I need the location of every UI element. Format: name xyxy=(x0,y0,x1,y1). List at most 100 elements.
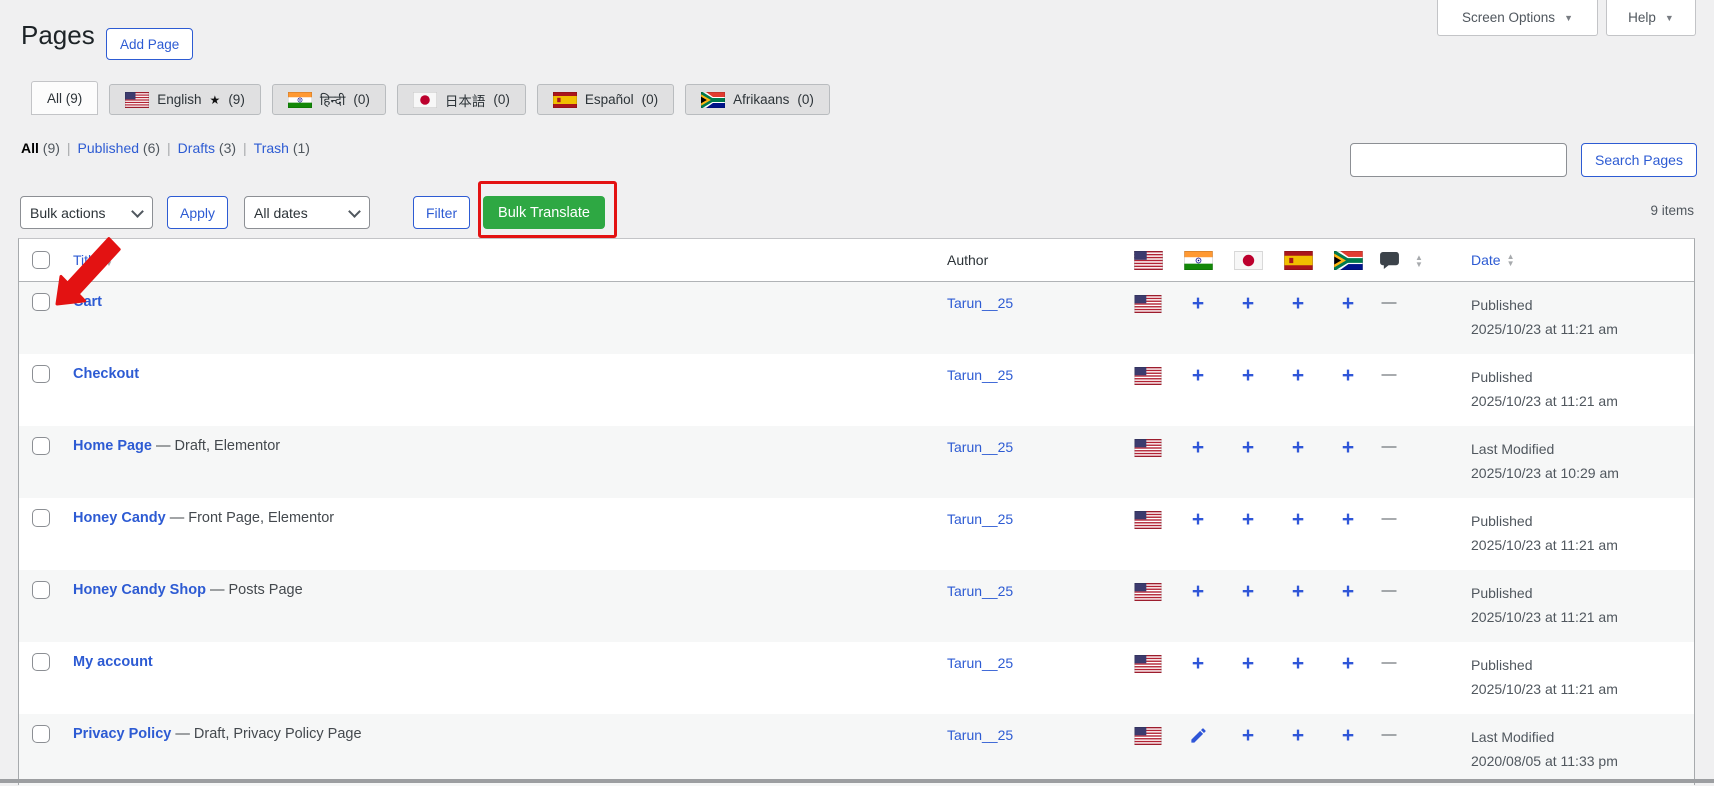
page-title-link[interactable]: Honey Candy xyxy=(73,510,166,526)
in-flag-icon xyxy=(288,92,312,108)
column-header-title[interactable]: Title▲▼ xyxy=(73,252,113,268)
separator: | xyxy=(67,140,71,156)
add-translation-icon[interactable]: + xyxy=(1242,582,1254,602)
bulk-translate-button[interactable]: Bulk Translate xyxy=(483,196,605,229)
add-translation-icon[interactable]: + xyxy=(1242,438,1254,458)
add-translation-icon[interactable]: + xyxy=(1242,654,1254,674)
view-link-drafts[interactable]: Drafts xyxy=(178,140,215,156)
comments-empty-dash: — xyxy=(1374,582,1404,599)
search-input[interactable] xyxy=(1350,143,1567,177)
table-row: Honey Candy — Front Page, Elementor Tarun… xyxy=(19,498,1694,570)
screen-options-button[interactable]: Screen Options ▼ xyxy=(1437,0,1598,36)
language-tab-count: (0) xyxy=(353,92,370,107)
column-header-comments[interactable] xyxy=(1374,252,1404,269)
add-translation-icon[interactable]: + xyxy=(1192,654,1204,674)
view-count: (9) xyxy=(39,140,60,156)
language-tab-label: हिन्दी xyxy=(320,91,346,109)
add-translation-icon[interactable]: + xyxy=(1242,366,1254,386)
add-translation-icon[interactable]: + xyxy=(1292,654,1304,674)
us-flag-icon xyxy=(125,92,149,108)
add-translation-icon[interactable]: + xyxy=(1192,582,1204,602)
add-translation-icon[interactable]: + xyxy=(1242,294,1254,314)
help-button[interactable]: Help ▼ xyxy=(1606,0,1696,36)
view-link-published[interactable]: Published xyxy=(78,140,140,156)
add-translation-icon[interactable]: + xyxy=(1342,582,1354,602)
add-translation-icon[interactable]: + xyxy=(1342,726,1354,746)
title-sort-link[interactable]: Title xyxy=(73,252,99,268)
default-language-star-icon: ★ xyxy=(210,93,221,107)
row-checkbox[interactable] xyxy=(32,509,50,527)
language-tab-za[interactable]: Afrikaans(0) xyxy=(685,84,830,115)
column-header-date[interactable]: Date▲▼ xyxy=(1471,252,1515,268)
author-link[interactable]: Tarun__25 xyxy=(947,655,1013,671)
language-tab-in[interactable]: हिन्दी (0) xyxy=(272,84,386,115)
row-checkbox[interactable] xyxy=(32,293,50,311)
source-language-flag-icon xyxy=(1134,654,1162,673)
search-pages-button[interactable]: Search Pages xyxy=(1581,143,1697,177)
author-link[interactable]: Tarun__25 xyxy=(947,439,1013,455)
row-checkbox[interactable] xyxy=(32,581,50,599)
row-checkbox[interactable] xyxy=(32,725,50,743)
table-rows: Cart Tarun__25 + + + + — Published2025/10/23 at… xyxy=(19,282,1694,786)
add-translation-icon[interactable]: + xyxy=(1292,438,1304,458)
view-link-trash[interactable]: Trash xyxy=(254,140,289,156)
add-translation-icon[interactable]: + xyxy=(1292,726,1304,746)
select-all-checkbox[interactable] xyxy=(32,251,50,269)
add-translation-icon[interactable]: + xyxy=(1192,510,1204,530)
pages-list-table: Title▲▼ Author ▲▼ Date▲▼ CartTarun__25++… xyxy=(18,238,1695,785)
add-translation-icon[interactable]: + xyxy=(1292,366,1304,386)
language-tab-es[interactable]: Español(0) xyxy=(537,84,674,115)
source-language-flag-icon xyxy=(1134,366,1162,385)
comments-sort-arrows-icon[interactable]: ▲▼ xyxy=(1409,253,1423,269)
author-link[interactable]: Tarun__25 xyxy=(947,727,1013,743)
row-checkbox[interactable] xyxy=(32,437,50,455)
page-title-link[interactable]: Checkout xyxy=(73,366,139,382)
add-translation-icon[interactable]: + xyxy=(1342,510,1354,530)
language-tab-us[interactable]: English★(9) xyxy=(109,84,261,115)
author-link[interactable]: Tarun__25 xyxy=(947,367,1013,383)
author-link[interactable]: Tarun__25 xyxy=(947,583,1013,599)
add-translation-icon[interactable]: + xyxy=(1242,726,1254,746)
page-title-link[interactable]: My account xyxy=(73,654,153,670)
add-translation-icon[interactable]: + xyxy=(1342,438,1354,458)
jp-flag-icon xyxy=(1233,251,1263,270)
table-header-row: Title▲▼ Author ▲▼ Date▲▼ xyxy=(19,239,1694,282)
date-cell: Published2025/10/23 at 11:21 am xyxy=(1471,365,1618,413)
add-translation-icon[interactable]: + xyxy=(1342,654,1354,674)
date-sort-link[interactable]: Date xyxy=(1471,252,1501,268)
row-checkbox[interactable] xyxy=(32,653,50,671)
page-title: Pages xyxy=(21,20,95,51)
add-translation-icon[interactable]: + xyxy=(1292,510,1304,530)
source-language-flag-icon xyxy=(1134,510,1162,529)
row-checkbox[interactable] xyxy=(32,365,50,383)
add-page-button[interactable]: Add Page xyxy=(106,28,193,60)
view-count: (1) xyxy=(289,140,310,156)
add-translation-icon[interactable]: + xyxy=(1192,294,1204,314)
post-state-label: — Front Page, Elementor xyxy=(170,510,334,526)
page-title-link[interactable]: Cart xyxy=(73,294,102,310)
add-translation-icon[interactable]: + xyxy=(1292,582,1304,602)
add-translation-icon[interactable]: + xyxy=(1292,294,1304,314)
add-translation-icon[interactable]: + xyxy=(1242,510,1254,530)
page-title-link[interactable]: Honey Candy Shop xyxy=(73,582,206,598)
language-tab-jp[interactable]: 日本語(0) xyxy=(397,84,526,115)
add-translation-icon[interactable]: + xyxy=(1342,294,1354,314)
add-translation-icon[interactable]: + xyxy=(1192,366,1204,386)
us-flag-icon xyxy=(1133,251,1163,270)
edit-translation-icon[interactable] xyxy=(1189,726,1208,748)
add-translation-icon[interactable]: + xyxy=(1192,438,1204,458)
apply-button[interactable]: Apply xyxy=(167,196,228,229)
comment-bubble-icon xyxy=(1380,252,1399,269)
language-tab-all[interactable]: All (9) xyxy=(31,81,98,115)
author-link[interactable]: Tarun__25 xyxy=(947,511,1013,527)
dates-select[interactable]: All dates xyxy=(244,196,370,229)
page-title-link[interactable]: Privacy Policy xyxy=(73,726,171,742)
jp-flag-icon xyxy=(413,92,437,108)
bulk-actions-select[interactable]: Bulk actions xyxy=(20,196,153,229)
view-link-all[interactable]: All xyxy=(21,140,39,156)
page-title-link[interactable]: Home Page xyxy=(73,438,152,454)
author-link[interactable]: Tarun__25 xyxy=(947,295,1013,311)
add-translation-icon[interactable]: + xyxy=(1342,366,1354,386)
source-language-flag-icon xyxy=(1134,582,1162,601)
filter-button[interactable]: Filter xyxy=(413,196,470,229)
